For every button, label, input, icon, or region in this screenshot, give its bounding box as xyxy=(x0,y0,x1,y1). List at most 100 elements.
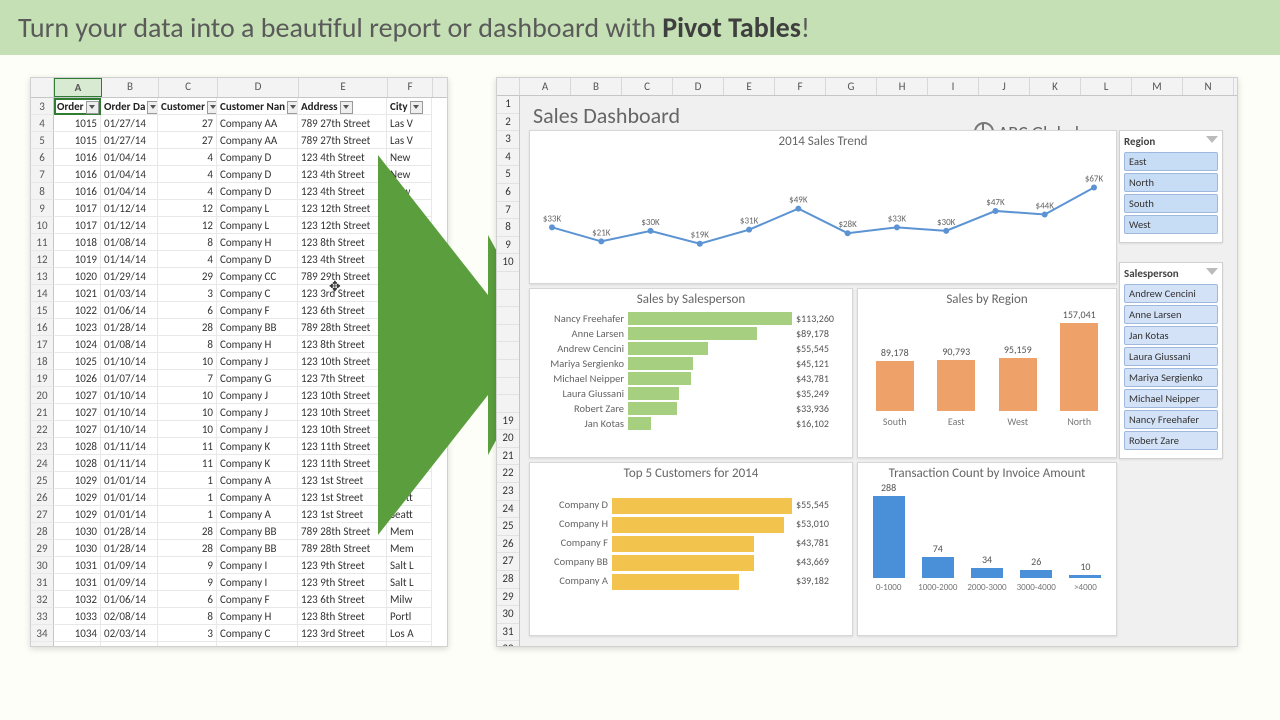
slicer-item[interactable]: Mariya Sergienko xyxy=(1124,368,1218,387)
cell[interactable]: 01/04/14 xyxy=(101,149,158,166)
sales-by-salesperson-chart[interactable]: Sales by Salesperson Nancy Freehafer$113… xyxy=(529,288,853,458)
cell[interactable]: 6 xyxy=(158,302,217,319)
cell[interactable]: 123 1st Street xyxy=(298,472,387,489)
cell[interactable]: Company A xyxy=(217,489,298,506)
cell[interactable]: 1033 xyxy=(54,608,101,625)
cell[interactable]: 4 xyxy=(158,166,217,183)
source-data-sheet[interactable]: ABCDEF 3OrderOrder DaCustomerCustomer Na… xyxy=(30,77,448,647)
cell[interactable]: 1028 xyxy=(54,455,101,472)
row-header[interactable]: 16 xyxy=(31,319,54,336)
cell[interactable]: Company L xyxy=(217,200,298,217)
cell[interactable]: Company BB xyxy=(217,523,298,540)
row-header[interactable]: 20 xyxy=(31,387,54,404)
cell[interactable]: 01/06/14 xyxy=(101,302,158,319)
cell[interactable]: 789 27th Street xyxy=(298,132,387,149)
cell[interactable]: 123 12th Street xyxy=(298,200,387,217)
cell[interactable]: 01/14/14 xyxy=(101,251,158,268)
cell[interactable]: 27 xyxy=(158,115,217,132)
cell[interactable]: 789 28th Street xyxy=(298,319,387,336)
row-header[interactable]: 32 xyxy=(497,641,519,647)
row-header[interactable]: 31 xyxy=(497,624,519,642)
cell[interactable] xyxy=(387,319,432,336)
row-header[interactable]: 32 xyxy=(31,591,54,608)
cell[interactable]: 01/08/14 xyxy=(101,336,158,353)
column-headers[interactable]: ABCDEF xyxy=(31,78,447,98)
cell[interactable]: 123 6th Street xyxy=(298,302,387,319)
row-header[interactable]: 6 xyxy=(497,184,519,202)
cell[interactable]: 01/12/14 xyxy=(101,217,158,234)
cell[interactable]: 01/27/14 xyxy=(101,132,158,149)
cell[interactable]: Company H xyxy=(217,336,298,353)
cell[interactable]: New xyxy=(387,183,432,200)
cell[interactable]: 1022 xyxy=(54,302,101,319)
row-header[interactable]: 19 xyxy=(497,413,519,431)
cell[interactable]: 4 xyxy=(158,149,217,166)
row-header[interactable]: 23 xyxy=(31,438,54,455)
cell[interactable]: 9 xyxy=(158,574,217,591)
sales-by-region-chart[interactable]: Sales by Region 89,178South90,793East95,… xyxy=(857,288,1117,458)
cell[interactable]: 8 xyxy=(158,336,217,353)
table-header[interactable]: Order Da xyxy=(101,98,158,115)
cell[interactable]: Company H xyxy=(217,234,298,251)
cell[interactable]: 1018 xyxy=(54,234,101,251)
cell[interactable] xyxy=(387,285,432,302)
col-header[interactable]: B xyxy=(571,78,622,95)
cell[interactable]: 1031 xyxy=(54,574,101,591)
cell[interactable] xyxy=(387,387,432,404)
cell[interactable]: Company D xyxy=(217,166,298,183)
cell[interactable]: 02/03/14 xyxy=(101,625,158,642)
row-header[interactable]: 11 xyxy=(31,234,54,251)
row-header[interactable]: 5 xyxy=(31,132,54,149)
cell[interactable]: 10 xyxy=(158,404,217,421)
cell[interactable]: 1016 xyxy=(54,166,101,183)
cell[interactable]: 123 8th Street xyxy=(298,234,387,251)
cell[interactable]: Los A xyxy=(387,625,432,642)
cell[interactable]: New xyxy=(387,149,432,166)
slicer-item[interactable]: Andrew Cencini xyxy=(1124,284,1218,303)
row-header[interactable] xyxy=(497,378,519,396)
cell[interactable]: 01/07/14 xyxy=(101,370,158,387)
cell[interactable]: 01/28/14 xyxy=(101,540,158,557)
cell[interactable]: 789 27th Street xyxy=(298,115,387,132)
cell[interactable]: 01/10/14 xyxy=(101,353,158,370)
cell[interactable]: 123 9th Street xyxy=(298,574,387,591)
cell[interactable]: 123 7th Street xyxy=(298,370,387,387)
row-header[interactable]: 21 xyxy=(497,448,519,466)
cell[interactable]: Company J xyxy=(217,421,298,438)
cell[interactable]: 123 11th Street xyxy=(298,438,387,455)
row-header[interactable]: 4 xyxy=(31,115,54,132)
cell[interactable]: 123 11th Street xyxy=(298,455,387,472)
col-header[interactable]: A xyxy=(520,78,571,95)
col-header-B[interactable]: B xyxy=(102,78,159,97)
cell[interactable]: 1 xyxy=(158,472,217,489)
cell[interactable]: 01/27/14 xyxy=(101,115,158,132)
cell[interactable]: 1021 xyxy=(54,285,101,302)
cell[interactable]: 1029 xyxy=(54,489,101,506)
cell[interactable]: 28 xyxy=(158,540,217,557)
cell[interactable]: Company F xyxy=(217,591,298,608)
col-header[interactable]: C xyxy=(622,78,673,95)
filter-dropdown-icon[interactable] xyxy=(207,101,217,114)
cell[interactable]: 123 10th Street xyxy=(298,404,387,421)
cell[interactable]: 01/01/14 xyxy=(101,506,158,523)
cell[interactable]: 01/03/14 xyxy=(101,285,158,302)
col-header[interactable]: G xyxy=(826,78,877,95)
col-header[interactable]: E xyxy=(724,78,775,95)
cell[interactable]: Las V xyxy=(387,200,432,217)
cell[interactable]: 1034 xyxy=(54,642,101,647)
col-header-row[interactable] xyxy=(31,78,54,97)
slicer-item[interactable]: Anne Larsen xyxy=(1124,305,1218,324)
dashboard-sheet[interactable]: ABCDEFGHIJKLMN 1234567891019202122232425… xyxy=(496,77,1238,647)
slicer-item[interactable]: Robert Zare xyxy=(1124,431,1218,450)
cell[interactable]: Company G xyxy=(217,370,298,387)
cell[interactable]: 01/06/14 xyxy=(101,591,158,608)
row-header[interactable] xyxy=(497,342,519,360)
cell[interactable]: 1032 xyxy=(54,591,101,608)
row-header[interactable]: 18 xyxy=(31,353,54,370)
cell[interactable]: 123 3rd Street xyxy=(298,285,387,302)
cell[interactable]: Company J xyxy=(217,353,298,370)
row-header[interactable]: 6 xyxy=(31,149,54,166)
cell[interactable]: Company D xyxy=(217,183,298,200)
cell[interactable]: Seatt xyxy=(387,506,432,523)
cell[interactable]: Mian xyxy=(387,438,432,455)
